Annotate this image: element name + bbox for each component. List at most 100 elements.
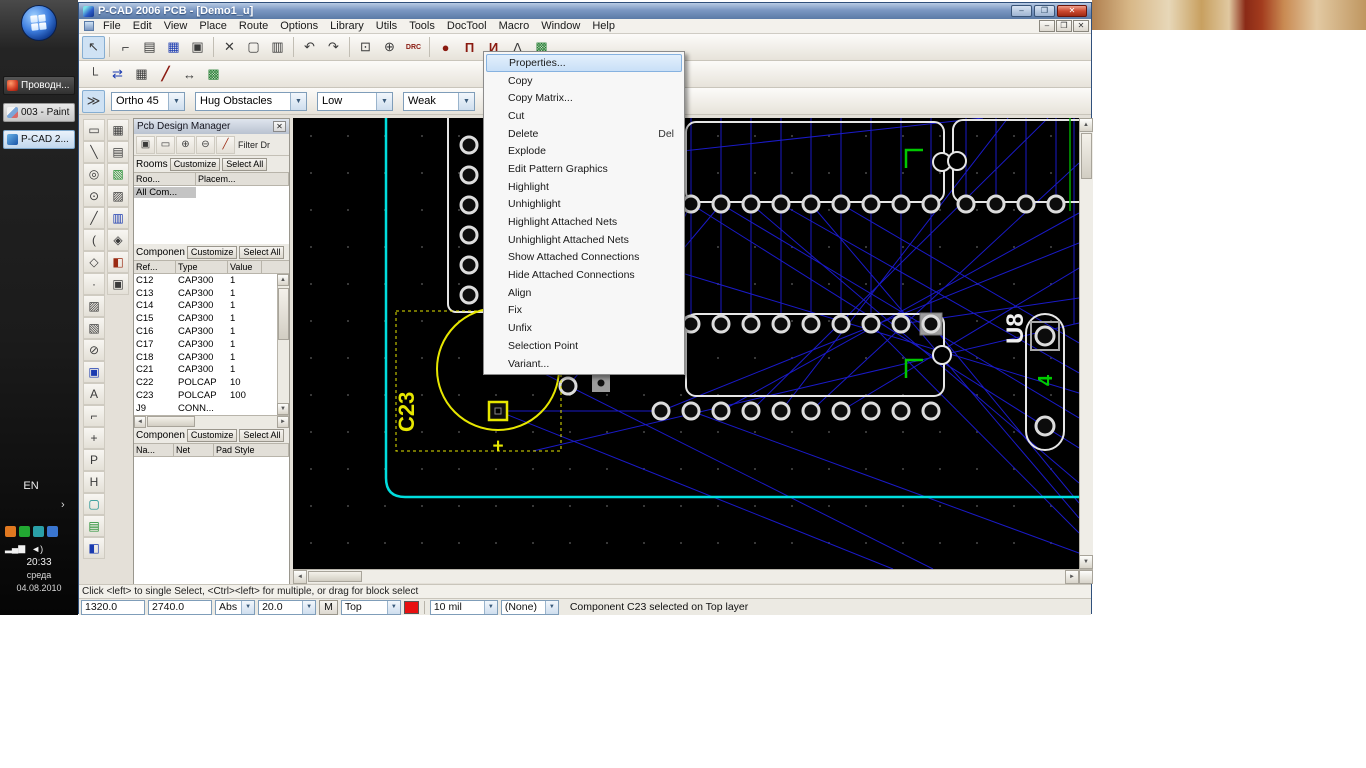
grid-view-icon[interactable]: ▤: [107, 141, 129, 163]
dm-select-icon[interactable]: ▣: [136, 136, 155, 154]
menu-item-cut[interactable]: Cut: [486, 107, 682, 125]
place-detail-icon[interactable]: ◧: [83, 537, 105, 559]
obstacle-mode-combo[interactable]: Hug Obstacles ▼: [195, 92, 307, 111]
board-view-icon[interactable]: ▩: [202, 63, 225, 86]
nets-customize-button[interactable]: Customize: [187, 429, 238, 442]
place-part-icon[interactable]: ▭: [83, 119, 105, 141]
language-options-arrow-icon[interactable]: ›: [61, 499, 65, 511]
taskbar-button-paint[interactable]: 003 - Paint: [3, 103, 75, 122]
macro-button[interactable]: M: [319, 600, 338, 615]
keepout-icon[interactable]: ⊘: [83, 339, 105, 361]
tray-icon-1[interactable]: [5, 526, 16, 537]
select-tool-icon[interactable]: ↖: [82, 36, 105, 59]
print-icon[interactable]: ▣: [186, 36, 209, 59]
rooms-select-all-button[interactable]: Select All: [222, 158, 267, 171]
place-arc-icon[interactable]: (: [83, 229, 105, 251]
table-row[interactable]: C18CAP3001: [134, 351, 289, 364]
nets-select-all-button[interactable]: Select All: [239, 429, 284, 442]
scroll-up-icon[interactable]: ▲: [1079, 118, 1093, 132]
chevron-down-icon[interactable]: ▼: [387, 601, 400, 614]
place-polygon-icon[interactable]: ◇: [83, 251, 105, 273]
nets-view-icon[interactable]: ◈: [107, 229, 129, 251]
coordinate-mode-combo[interactable]: Abs ▼: [215, 600, 255, 615]
scroll-up-icon[interactable]: ▲: [277, 274, 289, 286]
dm-frame-icon[interactable]: ▭: [156, 136, 175, 154]
scrollbar-thumb[interactable]: [308, 571, 362, 582]
pattern-view-icon[interactable]: ▧: [107, 163, 129, 185]
pcb-canvas[interactable]: + C23 U8 4: [293, 118, 1079, 569]
menu-utils[interactable]: Utils: [370, 19, 403, 33]
scroll-right-icon[interactable]: ►: [277, 416, 289, 428]
tray-icon-3[interactable]: [33, 526, 44, 537]
menu-route[interactable]: Route: [233, 19, 274, 33]
menu-doctool[interactable]: DocTool: [441, 19, 493, 33]
zoom-in-icon[interactable]: ⊕: [378, 36, 401, 59]
table-row[interactable]: C22POLCAP10: [134, 376, 289, 389]
copper-pour-icon[interactable]: ▨: [83, 295, 105, 317]
matrix-place-icon[interactable]: ▦: [130, 63, 153, 86]
rooms-customize-button[interactable]: Customize: [170, 158, 221, 171]
nets-grid[interactable]: [134, 457, 289, 585]
network-icon[interactable]: ▂▄▆: [5, 543, 25, 554]
components-grid[interactable]: C12CAP3001 C13CAP3001 C14CAP3001 C15CAP3…: [134, 274, 289, 415]
menu-item-unhighlight[interactable]: Unhighlight: [486, 196, 682, 214]
menu-help[interactable]: Help: [586, 19, 621, 33]
speaker-icon[interactable]: ◄): [31, 544, 43, 554]
start-button[interactable]: [21, 5, 57, 41]
nets-col-name[interactable]: Na...: [134, 444, 174, 456]
scroll-left-icon[interactable]: ◄: [293, 570, 307, 584]
table-row[interactable]: C12CAP3001: [134, 274, 289, 287]
menu-item-unfix[interactable]: Unfix: [486, 319, 682, 337]
strength-combo[interactable]: Weak ▼: [403, 92, 475, 111]
corner-line-icon[interactable]: └: [82, 63, 105, 86]
mdi-restore-button[interactable]: ❐: [1056, 20, 1072, 32]
menu-item-explode[interactable]: Explode: [486, 142, 682, 160]
cutout-icon[interactable]: ▧: [83, 317, 105, 339]
place-point-icon[interactable]: ·: [83, 273, 105, 295]
filter-label[interactable]: Filter Dr: [238, 140, 270, 150]
redo-icon[interactable]: ↷: [322, 36, 345, 59]
menu-item-fix[interactable]: Fix: [486, 302, 682, 320]
scrollbar-thumb[interactable]: [1081, 133, 1092, 179]
x-coordinate-field[interactable]: 1320.0: [81, 600, 145, 615]
scrollbar-thumb[interactable]: [278, 288, 289, 340]
menu-item-show-attached-connections[interactable]: Show Attached Connections: [486, 249, 682, 267]
tray-icon-2[interactable]: [19, 526, 30, 537]
place-polyline-icon[interactable]: ╱: [83, 207, 105, 229]
table-row[interactable]: J9CONN...: [134, 402, 289, 415]
layer-combo[interactable]: Top ▼: [341, 600, 401, 615]
menu-view[interactable]: View: [158, 19, 194, 33]
matrix-view-icon[interactable]: ▨: [107, 185, 129, 207]
table-row[interactable]: C14CAP3001: [134, 300, 289, 313]
taskbar-button-pcad[interactable]: P-CAD 2...: [3, 130, 75, 149]
rooms-col-room[interactable]: Roo...: [134, 173, 196, 185]
menu-place[interactable]: Place: [193, 19, 233, 33]
ortho-mode-combo[interactable]: Ortho 45 ▼: [111, 92, 185, 111]
menu-item-unhighlight-attached-nets[interactable]: Unhighlight Attached Nets: [486, 231, 682, 249]
dm-zoom-out-icon[interactable]: ⊖: [196, 136, 215, 154]
layers-view-icon[interactable]: ◧: [107, 251, 129, 273]
place-pad-icon[interactable]: ⊙: [83, 185, 105, 207]
menu-item-copy[interactable]: Copy: [486, 72, 682, 90]
place-glue-icon[interactable]: +: [83, 427, 105, 449]
chevron-down-icon[interactable]: ▼: [290, 93, 306, 110]
y-coordinate-field[interactable]: 2740.0: [148, 600, 212, 615]
components-col-type[interactable]: Type: [176, 261, 228, 273]
taskbar-button-explorer[interactable]: Проводн...: [3, 76, 75, 95]
menu-item-copy-matrix[interactable]: Copy Matrix...: [486, 89, 682, 107]
drc-icon[interactable]: DRC: [402, 36, 425, 59]
menu-library[interactable]: Library: [324, 19, 370, 33]
menu-item-hide-attached-connections[interactable]: Hide Attached Connections: [486, 266, 682, 284]
components-col-ref[interactable]: Ref...: [134, 261, 176, 273]
rooms-col-placement[interactable]: Placem...: [196, 173, 289, 185]
open-file-icon[interactable]: ▤: [138, 36, 161, 59]
nets-col-net[interactable]: Net: [174, 444, 214, 456]
chevron-down-icon[interactable]: ▼: [302, 601, 315, 614]
table-row[interactable]: C13CAP3001: [134, 287, 289, 300]
menu-item-align[interactable]: Align: [486, 284, 682, 302]
copy-icon[interactable]: ▢: [242, 36, 265, 59]
chevron-down-icon[interactable]: ▼: [484, 601, 497, 614]
scroll-down-icon[interactable]: ▼: [277, 403, 289, 415]
undo-icon[interactable]: ↶: [298, 36, 321, 59]
components-select-all-button[interactable]: Select All: [239, 246, 284, 259]
